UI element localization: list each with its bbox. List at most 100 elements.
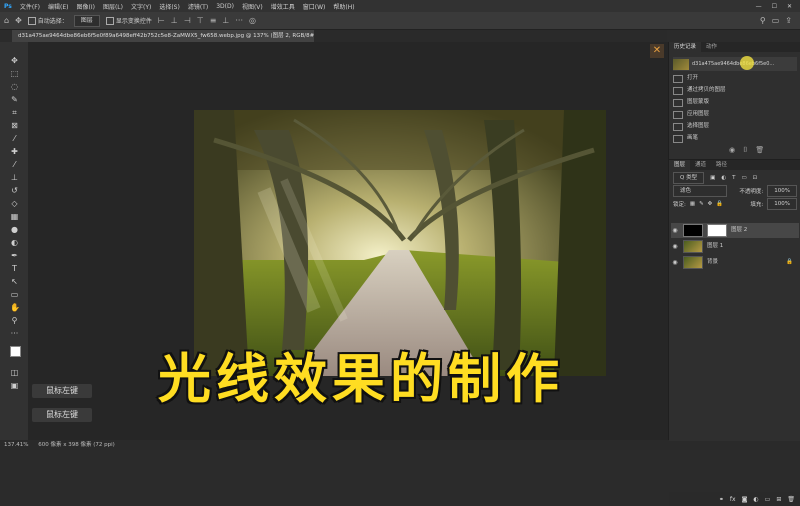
type-tool-icon[interactable]: T — [10, 264, 19, 273]
lock-all-icon[interactable]: 🔒 — [716, 201, 723, 207]
tab-actions[interactable]: 动作 — [701, 42, 722, 52]
filter-pixel-icon[interactable]: ▣ — [710, 175, 715, 181]
tab-paths[interactable]: 路径 — [711, 160, 732, 170]
clone-stamp-icon[interactable]: ⊥ — [10, 173, 19, 182]
pen-tool-icon[interactable]: ✒ — [10, 251, 19, 260]
close-document-icon[interactable]: ✕ — [650, 44, 664, 58]
snapshot-icon[interactable]: ◉ — [729, 146, 735, 155]
menu-window[interactable]: 窗口(W) — [299, 2, 330, 11]
history-item[interactable]: 画笔 — [673, 133, 797, 144]
filter-adjust-icon[interactable]: ◐ — [721, 175, 726, 181]
group-icon[interactable]: ▭ — [765, 496, 771, 503]
menu-file[interactable]: 文件(F) — [16, 2, 44, 11]
share-icon[interactable]: ⇪ — [785, 16, 792, 25]
zoom-level[interactable]: 137.41% — [4, 442, 28, 448]
move-tool-icon[interactable]: ✥ — [10, 56, 19, 65]
crop-tool-icon[interactable]: ⌗ — [10, 108, 19, 117]
history-item[interactable]: 打开 — [673, 73, 797, 84]
hand-tool-icon[interactable]: ✋ — [10, 303, 20, 312]
menu-3d[interactable]: 3D(D) — [212, 3, 238, 10]
more-tools-icon[interactable]: ··· — [10, 329, 19, 338]
layer-row-background[interactable]: ◉ 背景 🔒 — [671, 255, 799, 270]
maximize-button[interactable]: ☐ — [772, 3, 777, 10]
eye-icon[interactable]: ◉ — [671, 239, 679, 254]
lock-paint-icon[interactable]: ✎ — [699, 201, 704, 207]
home-icon[interactable]: ⌂ — [4, 16, 9, 25]
lock-position-icon[interactable]: ✥ — [708, 201, 713, 207]
align-left-icon[interactable]: ⊢ — [158, 16, 165, 25]
align-middle-icon[interactable]: ≡ — [210, 16, 217, 25]
eye-icon[interactable]: ◉ — [671, 255, 679, 270]
document-tab[interactable]: d31a475ae9464dbe86eb6f5e0f89a6498eff42b7… — [12, 30, 314, 42]
new-layer-icon[interactable]: ⊞ — [776, 496, 781, 503]
filter-type-icon[interactable]: T — [732, 175, 735, 181]
fx-icon[interactable]: fx — [730, 496, 736, 503]
lasso-tool-icon[interactable]: ◌ — [10, 82, 19, 91]
menu-plugins[interactable]: 增效工具 — [267, 2, 299, 11]
menu-type[interactable]: 文字(Y) — [127, 2, 155, 11]
dodge-tool-icon[interactable]: ◐ — [10, 238, 19, 247]
history-item[interactable]: 图层蒙版 — [673, 97, 797, 108]
blur-tool-icon[interactable]: ● — [10, 225, 19, 234]
close-button[interactable]: ✕ — [787, 3, 792, 10]
layer-mask-thumbnail[interactable] — [707, 224, 727, 237]
path-select-icon[interactable]: ↖ — [10, 277, 19, 286]
eyedropper-tool-icon[interactable]: ⁄ — [10, 134, 19, 143]
brush-tool-icon[interactable]: ⁄ — [10, 160, 19, 169]
eye-icon[interactable]: ◉ — [671, 223, 679, 238]
history-item[interactable]: 通过拷贝的图层 — [673, 85, 797, 96]
quick-mask-icon[interactable]: ◫ — [10, 368, 19, 377]
menu-select[interactable]: 选择(S) — [155, 2, 184, 11]
trash-icon[interactable]: 🗑 — [755, 146, 764, 155]
gradient-tool-icon[interactable]: ▦ — [10, 212, 19, 221]
opacity-input[interactable]: 100% — [767, 185, 797, 197]
tab-history[interactable]: 历史记录 — [669, 42, 702, 52]
filter-smart-icon[interactable]: ⊡ — [753, 175, 758, 181]
layer-row-layer2[interactable]: ◉ 图层 2 — [671, 223, 799, 238]
auto-select-dropdown[interactable]: 图层 — [73, 14, 100, 27]
healing-brush-icon[interactable]: ✚ — [10, 147, 19, 156]
move-tool-icon[interactable]: ✥ — [15, 16, 22, 25]
tab-channels[interactable]: 通道 — [690, 160, 711, 170]
foreground-color-swatch[interactable] — [10, 346, 21, 357]
quick-select-tool-icon[interactable]: ✎ — [10, 95, 19, 104]
more-options-icon[interactable]: ··· — [235, 16, 243, 25]
layer-row-layer1[interactable]: ◉ 图层 1 — [671, 239, 799, 254]
menu-view[interactable]: 视图(V) — [238, 2, 267, 11]
menu-edit[interactable]: 编辑(E) — [44, 2, 72, 11]
marquee-tool-icon[interactable]: ⬚ — [10, 69, 19, 78]
minimize-button[interactable]: — — [756, 3, 762, 10]
adjustment-icon[interactable]: ◐ — [753, 496, 758, 503]
align-center-icon[interactable]: ⊥ — [171, 16, 178, 25]
align-bottom-icon[interactable]: ⊥ — [222, 16, 229, 25]
show-transform-checkbox[interactable]: 显示变换控件 — [105, 16, 152, 26]
menu-help[interactable]: 帮助(H) — [329, 2, 358, 11]
align-top-icon[interactable]: ⊤ — [197, 16, 204, 25]
history-item[interactable]: 应用图层 — [673, 109, 797, 120]
menu-filter[interactable]: 滤镜(T) — [184, 2, 212, 11]
history-source[interactable]: d31a475ae9464dbe86eb6f5e0... — [673, 57, 797, 71]
shape-tool-icon[interactable]: ▭ — [10, 290, 19, 299]
screen-mode-icon[interactable]: ▣ — [10, 381, 19, 390]
camera-icon[interactable]: ⌷ — [743, 146, 747, 155]
frame-tool-icon[interactable]: ⊠ — [10, 121, 19, 130]
filter-shape-icon[interactable]: ▭ — [741, 175, 746, 181]
history-item[interactable]: 选择图层 — [673, 121, 797, 132]
blend-mode-dropdown[interactable]: 滤色 — [673, 185, 727, 197]
menu-layer[interactable]: 图层(L) — [99, 2, 127, 11]
layer-kind-dropdown[interactable]: Q 类型 — [673, 172, 705, 184]
fill-input[interactable]: 100% — [767, 198, 797, 210]
trash-icon[interactable]: 🗑 — [787, 496, 795, 503]
tab-layers[interactable]: 图层 — [669, 160, 691, 170]
workspace-icon[interactable]: ▭ — [772, 16, 780, 25]
add-mask-icon[interactable]: ◙ — [742, 496, 748, 503]
3d-mode-icon[interactable]: ◎ — [249, 16, 256, 25]
lock-pixels-icon[interactable]: ▦ — [690, 201, 695, 207]
auto-select-checkbox[interactable]: 自动选择： — [27, 16, 68, 26]
align-right-icon[interactable]: ⊣ — [184, 16, 191, 25]
link-icon[interactable]: ⚭ — [719, 496, 724, 503]
eraser-tool-icon[interactable]: ◇ — [10, 199, 19, 208]
zoom-tool-icon[interactable]: ⚲ — [10, 316, 19, 325]
history-brush-icon[interactable]: ↺ — [10, 186, 19, 195]
search-icon[interactable]: ⚲ — [760, 16, 766, 25]
